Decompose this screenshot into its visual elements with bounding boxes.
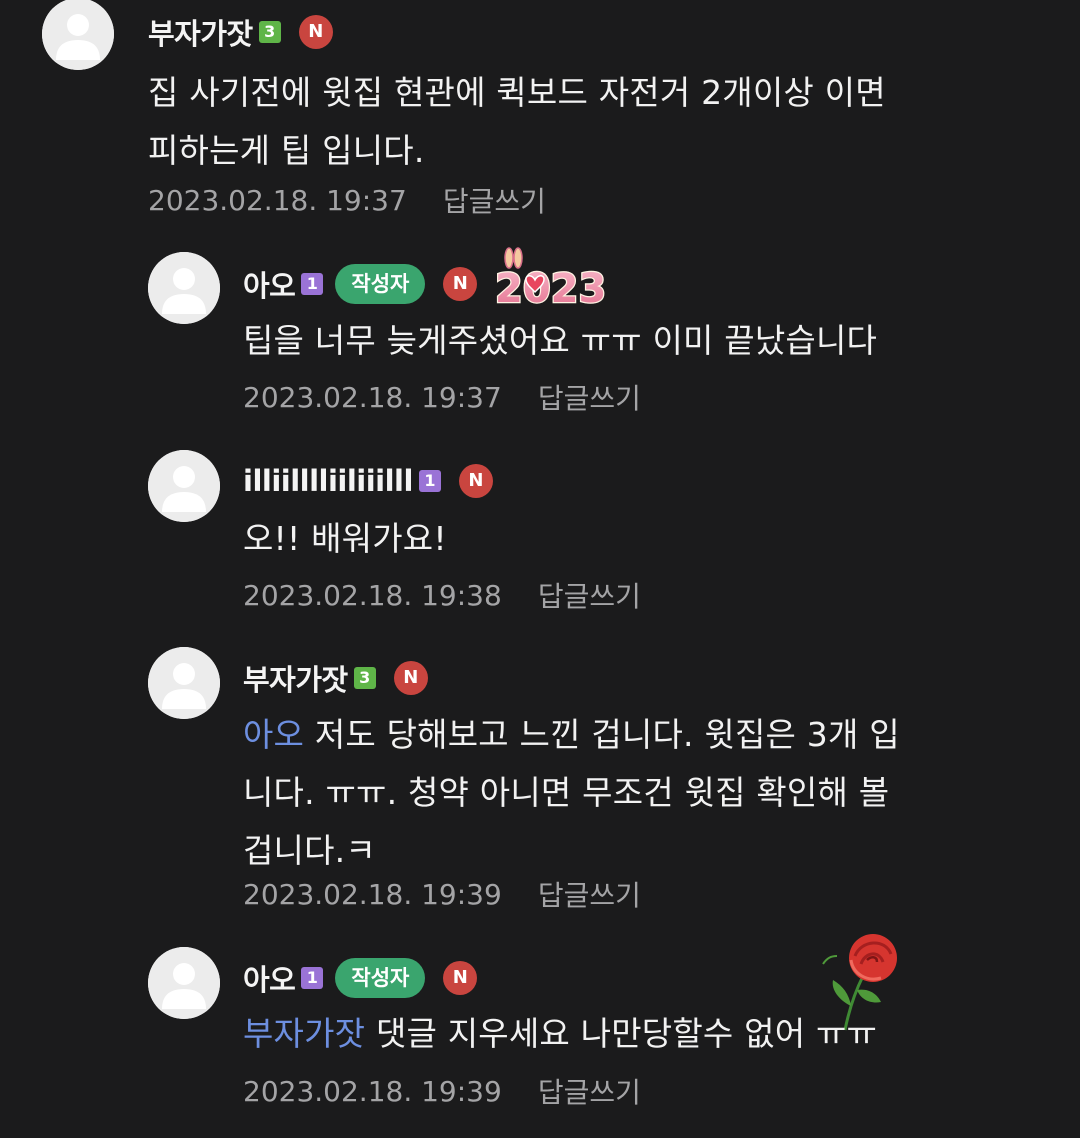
comment-body: 부자가잣 댓글 지우세요 나만당할수 없어 ㅠㅠ <box>243 1005 877 1063</box>
reply-button[interactable]: 답글쓰기 <box>443 180 546 220</box>
timestamp: 2023.02.18. 19:38 <box>243 578 502 612</box>
new-badge: N <box>458 464 493 498</box>
comment-text: 댓글 지우세요 나만당할수 없어 ㅠㅠ <box>365 1014 878 1053</box>
comment-line: 부자가잣 댓글 지우세요 나만당할수 없어 ㅠㅠ <box>243 1005 877 1063</box>
mention-link[interactable]: 아오 <box>243 715 304 754</box>
mention-link[interactable]: 부자가잣 <box>243 1014 365 1053</box>
level-badge: 1 <box>301 967 324 989</box>
author-nickname[interactable]: 부자가잣 <box>148 11 253 53</box>
default-profile-icon <box>148 252 220 324</box>
rabbit-2023-sticker: 2023 <box>494 247 608 306</box>
comment-line: 니다. ㅠㅠ. 청약 아니면 무조건 윗집 확인해 볼 <box>243 773 890 812</box>
new-badge: N <box>443 267 478 301</box>
author-nickname[interactable]: 아오 <box>243 263 296 305</box>
comment-header: 부자가잣 3 N <box>243 658 428 698</box>
author-nickname[interactable]: illiilllliiliiilll <box>243 464 413 498</box>
comment-body: 아오 저도 당해보고 느낀 겁니다. 윗집은 3개 입 니다. ㅠㅠ. 청약 아… <box>243 706 900 880</box>
timestamp: 2023.02.18. 19:37 <box>148 183 407 217</box>
comment-text: 저도 당해보고 느낀 겁니다. 윗집은 3개 입 <box>304 715 900 754</box>
comment-meta: 2023.02.18. 19:37 답글쓰기 <box>243 377 641 417</box>
comment-line: 집 사기전에 윗집 현관에 퀵보드 자전거 2개이상 이면 <box>148 73 886 112</box>
comment-header: 아오 1 작성자 N <box>243 957 478 999</box>
avatar[interactable] <box>148 947 220 1019</box>
sticker-text: 2023 <box>495 266 606 306</box>
avatar[interactable] <box>148 450 220 522</box>
level-badge: 1 <box>418 470 441 492</box>
new-badge: N <box>443 961 478 995</box>
timestamp: 2023.02.18. 19:37 <box>243 380 502 414</box>
author-badge: 작성자 <box>335 958 426 998</box>
level-badge: 1 <box>301 273 324 295</box>
comment-line: 팁을 너무 늦게주셨어요 ㅠㅠ 이미 끝났습니다 <box>243 321 878 360</box>
comment-header: 부자가잣 3 N <box>148 12 333 52</box>
reply-button[interactable]: 답글쓰기 <box>538 1071 641 1111</box>
timestamp: 2023.02.18. 19:39 <box>243 877 502 911</box>
level-badge: 3 <box>258 21 281 43</box>
reply-button[interactable]: 답글쓰기 <box>538 377 641 417</box>
author-badge: 작성자 <box>335 264 426 304</box>
reply-button[interactable]: 답글쓰기 <box>538 874 641 914</box>
author-nickname[interactable]: 부자가잣 <box>243 657 348 699</box>
default-profile-icon <box>148 647 220 719</box>
new-badge: N <box>393 661 428 695</box>
comment-meta: 2023.02.18. 19:39 답글쓰기 <box>243 874 641 914</box>
timestamp: 2023.02.18. 19:39 <box>243 1074 502 1108</box>
avatar[interactable] <box>42 0 114 70</box>
comment-header: 아오 1 작성자 N 2023 <box>243 247 615 306</box>
comment-line: 오!! 배워가요! <box>243 519 447 558</box>
comment-header: illiilllliiliiilll 1 N <box>243 461 493 501</box>
avatar[interactable] <box>148 252 220 324</box>
comment-line: 아오 저도 당해보고 느낀 겁니다. 윗집은 3개 입 <box>243 706 900 764</box>
comment-line: 피하는게 팁 입니다. <box>148 131 425 170</box>
comment-meta: 2023.02.18. 19:39 답글쓰기 <box>243 1071 641 1111</box>
comment-line: 겁니다.ㅋ <box>243 831 376 870</box>
comment-meta: 2023.02.18. 19:37 답글쓰기 <box>148 180 546 220</box>
level-badge: 3 <box>353 667 376 689</box>
comment-meta: 2023.02.18. 19:38 답글쓰기 <box>243 575 641 615</box>
avatar[interactable] <box>148 647 220 719</box>
comment-body: 오!! 배워가요! <box>243 510 447 568</box>
default-profile-icon <box>148 947 220 1019</box>
reply-button[interactable]: 답글쓰기 <box>538 575 641 615</box>
author-nickname[interactable]: 아오 <box>243 957 296 999</box>
comment-body: 팁을 너무 늦게주셨어요 ㅠㅠ 이미 끝났습니다 <box>243 312 877 370</box>
comment-body: 집 사기전에 윗집 현관에 퀵보드 자전거 2개이상 이면 피하는게 팁 입니다… <box>148 64 886 180</box>
default-profile-icon <box>42 0 114 70</box>
default-profile-icon <box>148 450 220 522</box>
new-badge: N <box>298 15 333 49</box>
